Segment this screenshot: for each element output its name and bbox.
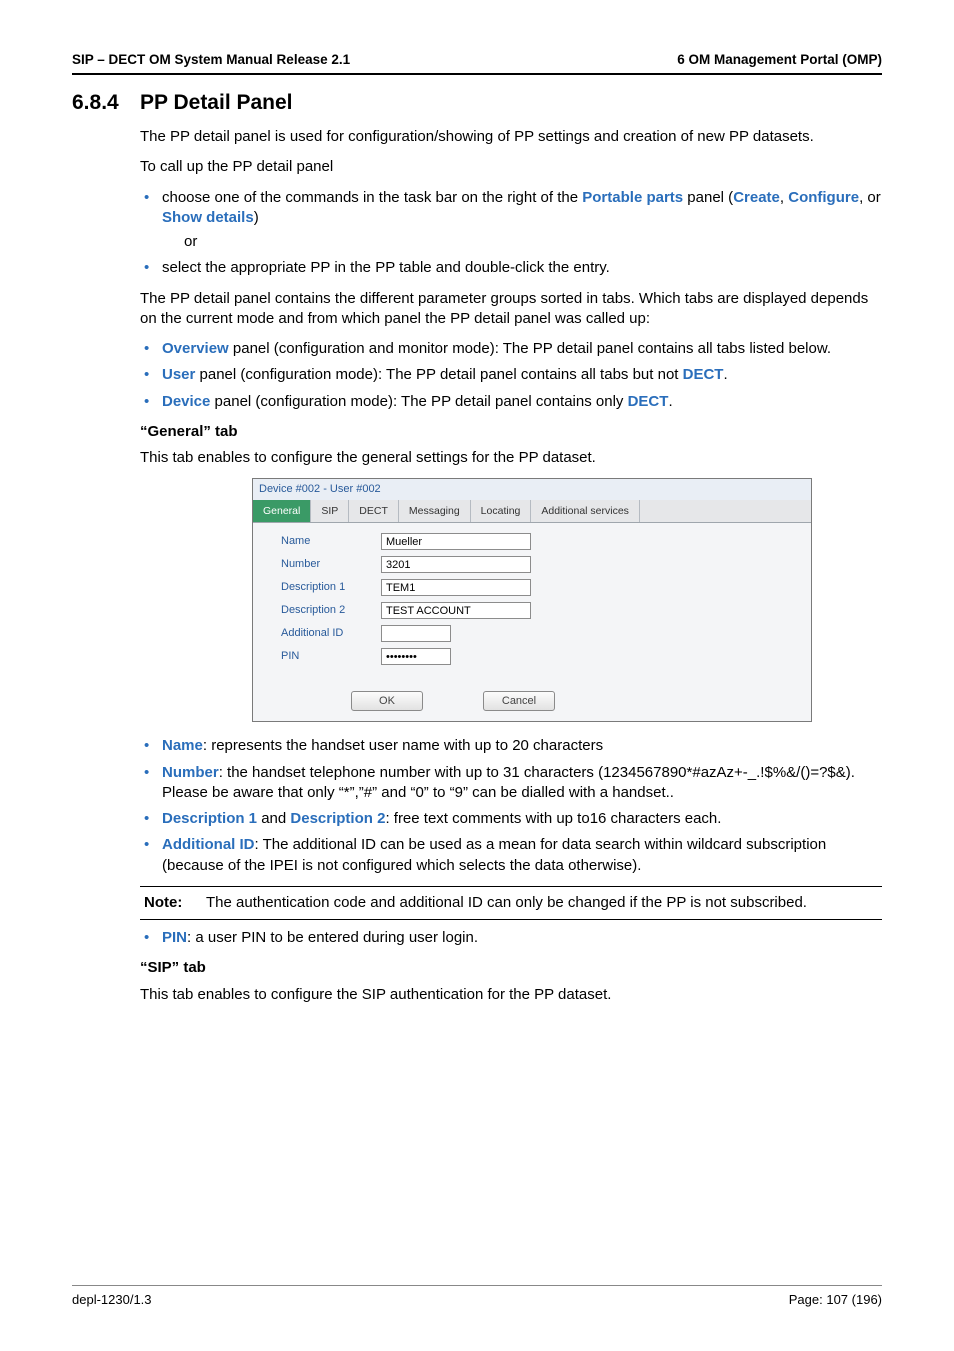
tab-messaging[interactable]: Messaging <box>399 500 471 522</box>
configure-link: Configure <box>788 189 859 206</box>
section-title: PP Detail Panel <box>140 91 293 115</box>
tab-sip[interactable]: SIP <box>311 500 349 522</box>
tab-dect[interactable]: DECT <box>349 500 399 522</box>
number-label: Number <box>281 557 381 572</box>
tab-locating[interactable]: Locating <box>471 500 532 522</box>
header-right: 6 OM Management Portal (OMP) <box>677 52 882 67</box>
section-number: 6.8.4 <box>72 91 140 115</box>
additional-id-def: Additional ID <box>162 836 255 853</box>
note-label: Note: <box>144 893 206 913</box>
list-item: Number: the handset telephone number wit… <box>140 763 882 804</box>
desc1-def: Description 1 <box>162 810 257 827</box>
form-area: Name Number Description 1 Description 2 … <box>253 523 811 685</box>
list-item: PIN: a user PIN to be entered during use… <box>140 928 882 948</box>
header-left: SIP – DECT OM System Manual Release 2.1 <box>72 52 350 67</box>
tab-general[interactable]: General <box>253 500 311 522</box>
desc1-label: Description 1 <box>281 580 381 595</box>
name-label: Name <box>281 534 381 549</box>
pin-label: PIN <box>281 649 381 664</box>
desc2-def: Description 2 <box>290 810 385 827</box>
footer-left: depl-1230/1.3 <box>72 1292 152 1307</box>
tabs-description-list: Overview panel (configuration and monito… <box>140 339 882 412</box>
user-link: User <box>162 366 195 383</box>
dect-link: DECT <box>628 393 669 410</box>
dect-link: DECT <box>683 366 724 383</box>
sip-tab-desc: This tab enables to configure the SIP au… <box>140 985 882 1005</box>
desc1-input[interactable] <box>381 579 531 596</box>
note-text: The authentication code and additional I… <box>206 893 878 913</box>
or-text: or <box>184 232 882 252</box>
list-item: Device panel (configuration mode): The P… <box>140 392 882 412</box>
cancel-button[interactable]: Cancel <box>483 691 555 711</box>
pin-def-list: PIN: a user PIN to be entered during use… <box>140 928 882 948</box>
intro-p1: The PP detail panel is used for configur… <box>140 127 882 147</box>
intro-p2: To call up the PP detail panel <box>140 157 882 177</box>
pin-input[interactable] <box>381 648 451 665</box>
intro-p3: The PP detail panel contains the differe… <box>140 289 882 330</box>
additional-id-label: Additional ID <box>281 626 381 641</box>
section-heading: 6.8.4 PP Detail Panel <box>72 91 882 115</box>
field-definitions-list: Name: represents the handset user name w… <box>140 736 882 876</box>
name-def: Name <box>162 737 203 754</box>
additional-id-input[interactable] <box>381 625 451 642</box>
list-item: User panel (configuration mode): The PP … <box>140 365 882 385</box>
desc2-label: Description 2 <box>281 603 381 618</box>
note-box: Note: The authentication code and additi… <box>140 886 882 920</box>
list-item: choose one of the commands in the task b… <box>140 188 882 253</box>
list-item: Additional ID: The additional ID can be … <box>140 835 882 876</box>
pp-detail-screenshot: Device #002 - User #002 General SIP DECT… <box>252 478 812 722</box>
list-item: Overview panel (configuration and monito… <box>140 339 882 359</box>
dialog-title: Device #002 - User #002 <box>253 479 811 500</box>
device-link: Device <box>162 393 210 410</box>
tab-bar: General SIP DECT Messaging Locating Addi… <box>253 500 811 523</box>
sip-tab-heading: “SIP” tab <box>140 958 882 978</box>
create-link: Create <box>733 189 780 206</box>
overview-link: Overview <box>162 340 229 357</box>
ok-button[interactable]: OK <box>351 691 423 711</box>
desc2-input[interactable] <box>381 602 531 619</box>
footer-right: Page: 107 (196) <box>789 1292 882 1307</box>
show-details-link: Show details <box>162 209 254 226</box>
page-footer: depl-1230/1.3 Page: 107 (196) <box>72 1285 882 1307</box>
number-def: Number <box>162 764 219 781</box>
tab-additional-services[interactable]: Additional services <box>531 500 640 522</box>
name-input[interactable] <box>381 533 531 550</box>
pin-def: PIN <box>162 929 187 946</box>
general-tab-heading: “General” tab <box>140 422 882 442</box>
number-input[interactable] <box>381 556 531 573</box>
list-item: Name: represents the handset user name w… <box>140 736 882 756</box>
list-item: Description 1 and Description 2: free te… <box>140 809 882 829</box>
general-tab-desc: This tab enables to configure the genera… <box>140 448 882 468</box>
callup-list: choose one of the commands in the task b… <box>140 188 882 279</box>
portable-parts-link: Portable parts <box>582 189 683 206</box>
page-header: SIP – DECT OM System Manual Release 2.1 … <box>72 52 882 75</box>
list-item: select the appropriate PP in the PP tabl… <box>140 258 882 278</box>
